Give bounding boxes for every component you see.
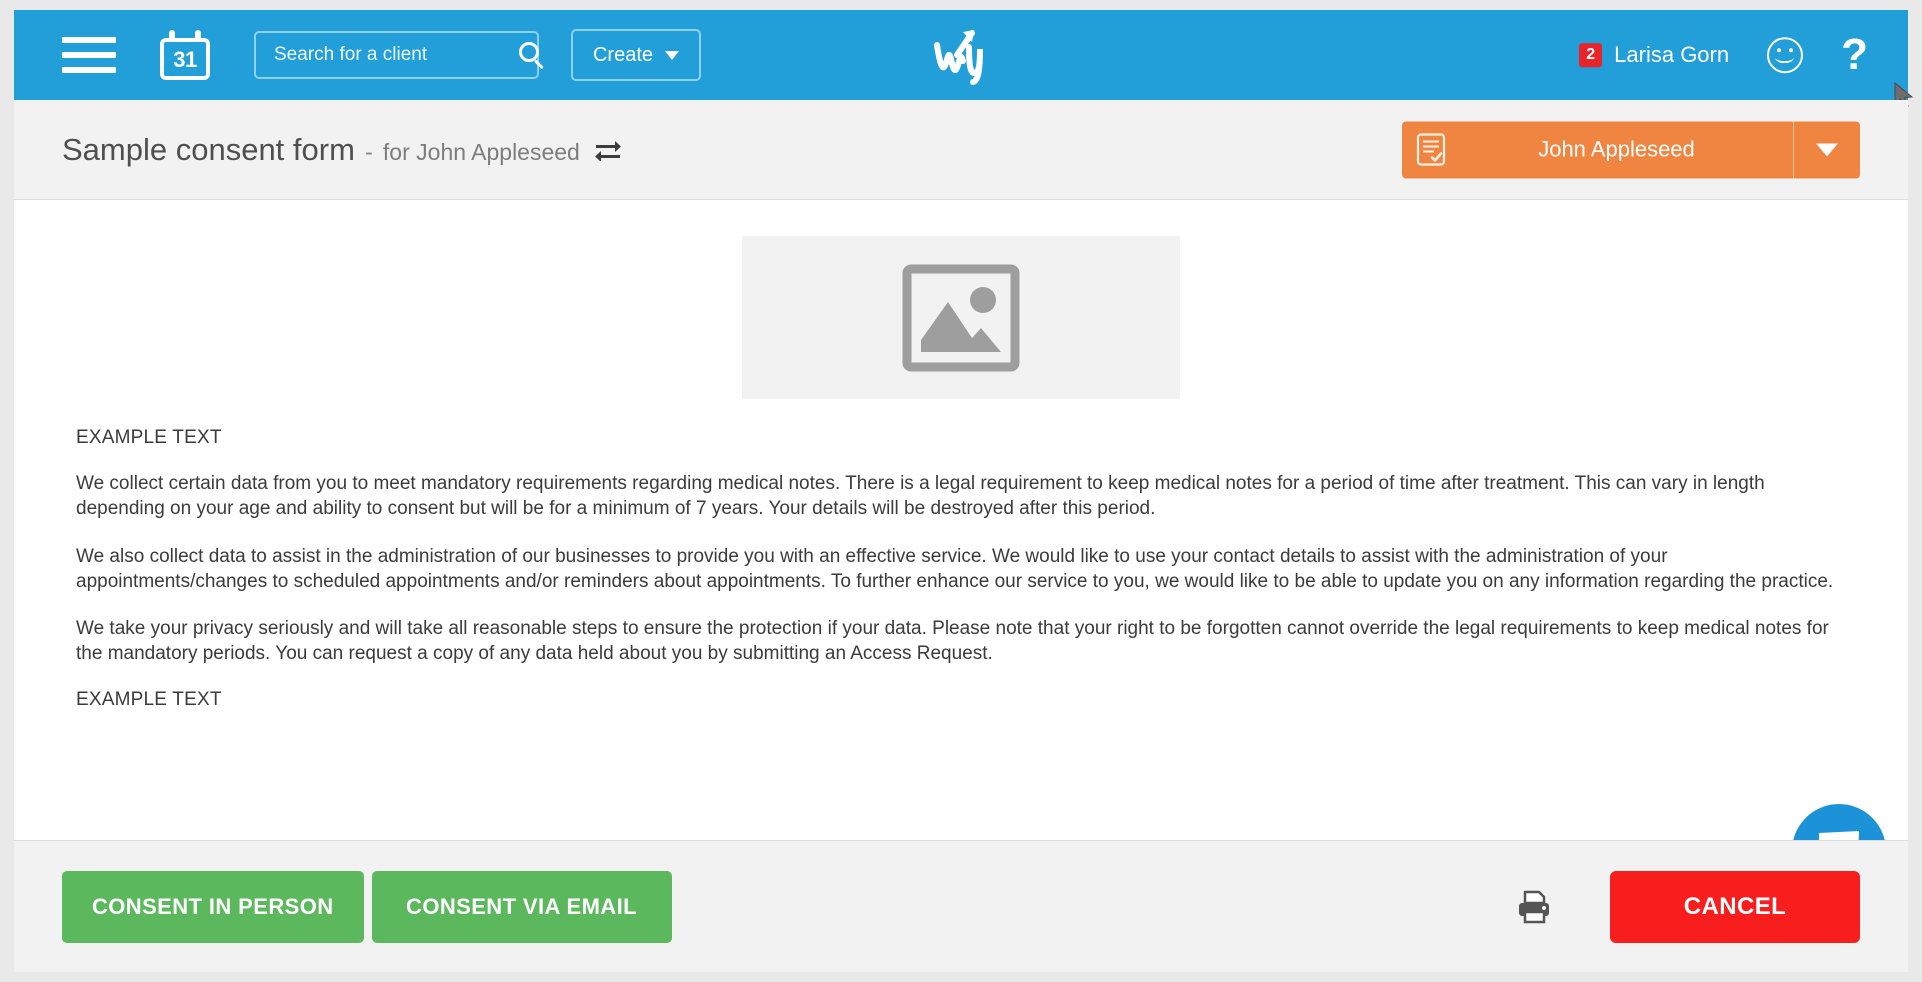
- question-mark-help-icon[interactable]: ?: [1841, 33, 1868, 77]
- top-nav-left-group: 31 Create: [14, 29, 701, 81]
- page-subheader-bar: Sample consent form - for John Appleseed: [14, 100, 1908, 200]
- consent-paragraph-3: We take your privacy seriously and will …: [76, 618, 1829, 665]
- top-nav-right-group: 2 Larisa Gorn ?: [1579, 33, 1868, 77]
- swap-client-icon[interactable]: [594, 139, 622, 161]
- calendar-day-number: 31: [173, 47, 197, 72]
- footer-secondary-actions: CANCEL: [1516, 870, 1860, 943]
- create-button-label: Create: [592, 43, 654, 66]
- search-input-wrapper[interactable]: [254, 31, 544, 79]
- form-checklist-icon: [1402, 133, 1460, 167]
- hamburger-bar: [62, 37, 116, 43]
- hamburger-bar: [62, 52, 116, 58]
- notification-badge[interactable]: 2: [1579, 43, 1603, 67]
- search-icon[interactable]: [519, 42, 545, 70]
- page-subtitle: for John Appleseed: [382, 138, 580, 165]
- hamburger-bar: [62, 67, 116, 73]
- example-text-heading-bottom: EXAMPLE TEXT: [76, 688, 222, 710]
- client-selector-dropdown[interactable]: [1794, 143, 1860, 156]
- hamburger-menu-icon[interactable]: [62, 37, 116, 73]
- broken-image-placeholder-icon: [742, 236, 1180, 399]
- consent-form-text: EXAMPLE TEXT We collect certain data fro…: [14, 427, 1908, 711]
- create-button[interactable]: Create: [571, 29, 701, 81]
- printer-icon[interactable]: [1516, 890, 1552, 924]
- page-title: Sample consent form: [62, 131, 355, 167]
- search-input[interactable]: [274, 44, 519, 66]
- action-footer-bar: CONSENT IN PERSON CONSENT VIA EMAIL CANC…: [14, 840, 1908, 972]
- client-selector-button[interactable]: John Appleseed: [1402, 121, 1860, 178]
- consent-paragraph-2: We also collect data to assist in the ad…: [76, 545, 1834, 592]
- client-selector-name: John Appleseed: [1538, 136, 1695, 162]
- top-navigation-bar: 31 Create 2 L: [14, 10, 1908, 100]
- cancel-button[interactable]: CANCEL: [1610, 870, 1860, 943]
- consent-paragraph-1: We collect certain data from you to meet…: [76, 473, 1765, 520]
- chevron-down-icon: [1816, 143, 1838, 156]
- smiley-face-icon[interactable]: [1767, 37, 1804, 73]
- writeupp-logo[interactable]: [926, 24, 996, 86]
- chat-bubble-icon[interactable]: [1792, 804, 1886, 840]
- example-text-heading-top: EXAMPLE TEXT: [76, 427, 222, 448]
- consent-via-email-button[interactable]: CONSENT VIA EMAIL: [371, 870, 672, 943]
- consent-in-person-button[interactable]: CONSENT IN PERSON: [62, 870, 364, 943]
- title-separator: -: [364, 138, 373, 166]
- search-icon-handle: [533, 59, 544, 70]
- app-root: 31 Create 2 L: [0, 0, 1922, 982]
- footer-primary-actions: CONSENT IN PERSON CONSENT VIA EMAIL: [14, 870, 672, 943]
- calendar-icon[interactable]: 31: [160, 30, 210, 80]
- consent-form-content: EXAMPLE TEXT We collect certain data fro…: [14, 200, 1908, 840]
- smiley-mouth: [1775, 51, 1795, 63]
- chevron-down-icon: [665, 50, 680, 60]
- user-name-label[interactable]: Larisa Gorn: [1614, 42, 1729, 68]
- page-title-block: Sample consent form - for John Appleseed: [14, 132, 622, 168]
